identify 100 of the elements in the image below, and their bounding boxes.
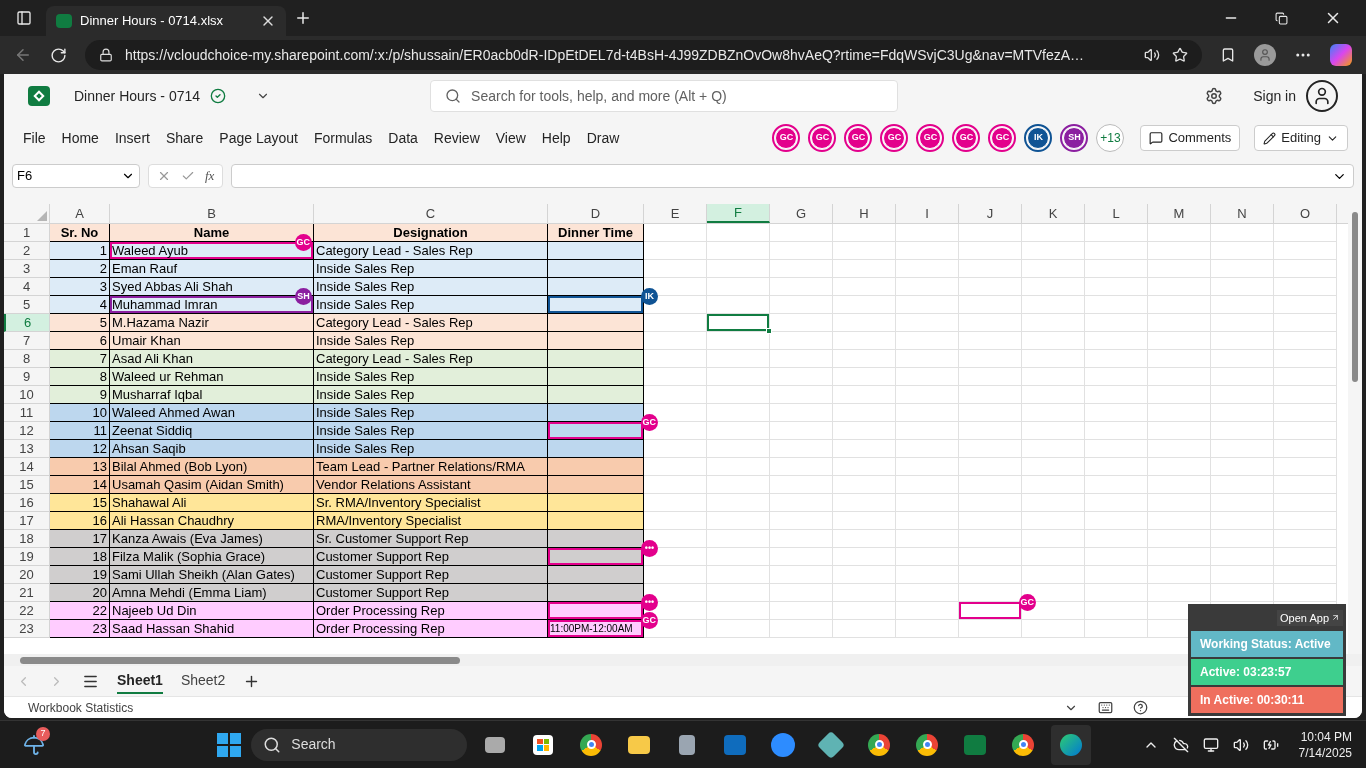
table-cell: Vendor Relations Assistant	[314, 476, 548, 494]
row-header[interactable]: 21	[4, 584, 50, 602]
name-box[interactable]: F6	[12, 164, 140, 188]
collaborator-avatar[interactable]: GC	[772, 124, 801, 152]
menu-tab[interactable]: File	[18, 127, 51, 149]
table-cell: Eman Rauf	[110, 260, 314, 278]
row-header[interactable]: 22	[4, 602, 50, 620]
menu-tab[interactable]: Data	[383, 127, 423, 149]
browser-tab[interactable]: Dinner Hours - 0714.xlsx	[46, 6, 286, 36]
column-header[interactable]: C	[314, 204, 548, 223]
table-cell: Inside Sales Rep	[314, 260, 548, 278]
column-header[interactable]: M	[1148, 204, 1211, 223]
column-header[interactable]: D	[548, 204, 644, 223]
collaborator-avatar[interactable]: GC	[952, 124, 981, 152]
column-header[interactable]: B	[110, 204, 314, 223]
row-header[interactable]: 7	[4, 332, 50, 350]
column-header[interactable]: N	[1211, 204, 1274, 223]
row-header[interactable]: 11	[4, 404, 50, 422]
table-cell: Inside Sales Rep	[314, 278, 548, 296]
row-header[interactable]: 14	[4, 458, 50, 476]
working-status: Working Status: Active	[1191, 631, 1343, 657]
workbook-title[interactable]: Dinner Hours - 0714	[74, 85, 201, 107]
menu-tab[interactable]: Draw	[581, 127, 625, 149]
table-cell: 11	[50, 422, 110, 440]
column-header[interactable]: A	[50, 204, 110, 223]
row-header[interactable]: 23	[4, 620, 50, 638]
table-cell: 1	[50, 242, 110, 260]
collaborator-avatar[interactable]: GC	[844, 124, 873, 152]
row-header[interactable]: 13	[4, 440, 50, 458]
row-header[interactable]: 17	[4, 512, 50, 530]
row-header[interactable]: 10	[4, 386, 50, 404]
table-cell: Shahawal Ali	[110, 494, 314, 512]
table-cell: Order Processing Rep	[314, 620, 548, 638]
row-header[interactable]: 19	[4, 548, 50, 566]
table-cell: 22	[50, 602, 110, 620]
collaborator-badge: IK	[641, 288, 658, 305]
menu-tab[interactable]: Share	[160, 127, 209, 149]
editing-mode-button[interactable]: Editing	[1254, 125, 1348, 151]
row-header[interactable]: 3	[4, 260, 50, 278]
table-cell: 8	[50, 368, 110, 386]
table-cell: Umair Khan	[110, 332, 314, 350]
row-header[interactable]: 12	[4, 422, 50, 440]
collaborator-badge: GC	[640, 612, 658, 629]
workbook-statistics[interactable]: Workbook Statistics	[28, 698, 134, 717]
row-header[interactable]: 15	[4, 476, 50, 494]
address-bar[interactable]: https://vcloudchoice-my.sharepoint.com/:x:/p/shussain/ER0acb0dR-IDpEtDEL7d-t4BsH-4J99ZDBZnOvOw8hvAeQ?rtime=FdqWSvjC3Ug&nav=MTVfezA…	[85, 40, 1202, 70]
table-cell: Order Processing Rep	[314, 602, 548, 620]
row-header[interactable]: 9	[4, 368, 50, 386]
collaborator-avatar[interactable]: SH	[1060, 124, 1089, 152]
menu-tab[interactable]: Home	[56, 127, 104, 149]
column-header[interactable]: L	[1085, 204, 1148, 223]
row-header[interactable]: 1	[4, 224, 50, 242]
taskbar-search[interactable]: Search	[251, 728, 468, 761]
row-header[interactable]: 6	[4, 314, 50, 332]
row-header[interactable]: 8	[4, 350, 50, 368]
collaborator-avatar[interactable]: GC	[988, 124, 1017, 152]
collaborator-avatar[interactable]: GC	[880, 124, 909, 152]
tab-title: Dinner Hours - 0714.xlsx	[80, 12, 225, 31]
column-header[interactable]: H	[833, 204, 896, 223]
column-header[interactable]: F	[707, 204, 770, 223]
menu-tab[interactable]: Insert	[109, 127, 155, 149]
menu-tab[interactable]: View	[490, 127, 531, 149]
sign-in-link[interactable]: Sign in	[1253, 85, 1296, 107]
table-cell: 12	[50, 440, 110, 458]
column-header[interactable]: J	[959, 204, 1022, 223]
row-header[interactable]: 20	[4, 566, 50, 584]
column-header[interactable]: G	[770, 204, 833, 223]
collaborator-avatar[interactable]: GC	[916, 124, 945, 152]
insert-function-button[interactable]: fx	[205, 166, 215, 186]
collaborator-avatar[interactable]: GC	[808, 124, 837, 152]
row-header[interactable]: 4	[4, 278, 50, 296]
column-header[interactable]: I	[896, 204, 959, 223]
url-text: https://vcloudchoice-my.sharepoint.com/:x:/p/shussain/ER0acb0dR-IDpEtDEL7d-t4BsH-4J99ZDBZnOvOw8hvAeQ?rtime=FdqWSvjC3Ug&nav=MTVfezA…	[125, 45, 1086, 65]
table-cell: 4	[50, 296, 110, 314]
table-cell: Bilal Ahmed (Bob Lyon)	[110, 458, 314, 476]
open-app-button[interactable]: Open App	[1277, 609, 1343, 626]
collaborator-avatar[interactable]: IK	[1024, 124, 1053, 152]
table-cell: Team Lead - Partner Relations/RMA	[314, 458, 548, 476]
menu-tab[interactable]: Page Layout	[214, 127, 303, 149]
column-header[interactable]: O	[1274, 204, 1337, 223]
more-collaborators[interactable]: +13	[1096, 124, 1125, 152]
menu-tab[interactable]: Formulas	[308, 127, 378, 149]
row-header[interactable]: 16	[4, 494, 50, 512]
search-field[interactable]: Search for tools, help, and more (Alt + Q)	[430, 80, 899, 112]
menu-tab[interactable]: Review	[428, 127, 485, 149]
collaborator-badge: •••	[641, 594, 658, 611]
row-header[interactable]: 5	[4, 296, 50, 314]
clock[interactable]: 10:04 PM 7/14/2025	[1298, 728, 1352, 761]
collaborator-badge: •••	[641, 540, 658, 557]
comments-button[interactable]: Comments	[1140, 125, 1241, 151]
column-header[interactable]: K	[1022, 204, 1085, 223]
sheet-tab[interactable]: Sheet1	[117, 668, 163, 694]
row-header[interactable]: 2	[4, 242, 50, 260]
table-cell: Amna Mehdi (Emma Liam)	[110, 584, 314, 602]
table-cell: 18	[50, 548, 110, 566]
table-cell: RMA/Inventory Specialist	[314, 512, 548, 530]
menu-tab[interactable]: Help	[536, 127, 576, 149]
row-header[interactable]: 18	[4, 530, 50, 548]
sheet-tab[interactable]: Sheet2	[180, 668, 226, 694]
table-cell: M.Hazama Nazir	[110, 314, 314, 332]
